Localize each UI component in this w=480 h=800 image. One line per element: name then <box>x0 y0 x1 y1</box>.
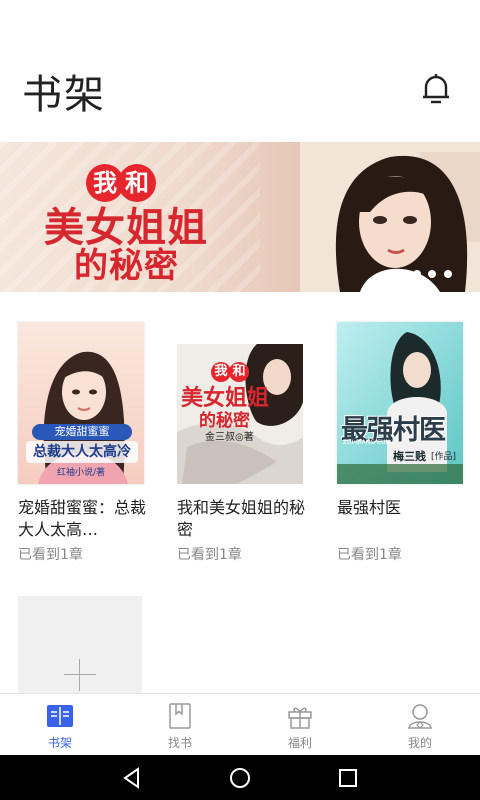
tab-welfare[interactable]: 福利 <box>240 694 360 756</box>
carousel-dot-4[interactable] <box>444 270 452 278</box>
cover-author: 红袖小说/著 <box>56 468 106 478</box>
tab-find-book[interactable]: 找书 <box>120 694 240 756</box>
cover-pinyin: ZUI QIANG CUN YI <box>343 439 398 446</box>
book-title: 宠婚甜蜜蜜：总裁大人太高… <box>18 498 146 539</box>
book-item[interactable]: 我 和 美女姐姐 的秘密 金三叔◎著 我和美女姐姐的秘密 已看到1章 <box>177 322 305 564</box>
book-title: 我和美女姐姐的秘密 <box>177 498 305 539</box>
banner-title-line2: 的秘密 <box>74 246 179 286</box>
plus-icon-vertical <box>79 659 80 691</box>
back-icon[interactable] <box>120 766 144 790</box>
bottom-tab-bar: 书架 找书 福利 我的 <box>0 693 480 756</box>
book-progress: 已看到1章 <box>18 547 83 563</box>
tab-label: 福利 <box>287 736 312 750</box>
carousel-dot-2[interactable] <box>413 270 421 278</box>
book-cover[interactable]: 我 和 美女姐姐 的秘密 金三叔◎著 <box>177 322 303 484</box>
system-navigation-bar <box>0 755 480 800</box>
tab-bookshelf[interactable]: 书架 <box>0 694 120 756</box>
gift-icon <box>288 707 312 729</box>
bookshelf-icon <box>47 705 73 727</box>
cover-badge-1: 我 <box>211 362 231 382</box>
cover-author: 金三叔◎著 <box>205 432 254 443</box>
tab-label: 我的 <box>407 736 432 750</box>
tab-label: 找书 <box>167 736 192 750</box>
book-progress: 已看到1章 <box>337 547 402 563</box>
book-cover[interactable]: 宠婚甜蜜蜜 总裁大人太高冷 红袖小说/著 <box>18 322 144 484</box>
carousel-dot-3[interactable] <box>428 270 436 278</box>
header: 书架 <box>0 0 480 142</box>
carousel-dot-1[interactable] <box>398 270 406 278</box>
book-item[interactable]: 宠婚甜蜜蜜 总裁大人太高冷 红袖小说/著 宠婚甜蜜蜜：总裁大人太高… 已看到1章 <box>18 322 146 564</box>
tab-label: 书架 <box>47 736 72 750</box>
page-title: 书架 <box>22 72 106 118</box>
cover-tag: [作品] <box>431 452 457 462</box>
plus-icon <box>64 674 96 675</box>
cover-title: 总裁大人太高冷 <box>33 444 131 460</box>
recent-apps-icon[interactable] <box>336 766 360 790</box>
cover-author: 梅三贱 <box>393 450 426 463</box>
find-book-icon <box>169 703 191 729</box>
book-item[interactable]: 最强村医 梅三贱 [作品] ZUI QIANG CUN YI 最强村医 已看到1… <box>337 322 463 564</box>
banner-illustration <box>300 142 480 292</box>
cover-badge-2: 和 <box>229 362 249 382</box>
home-icon[interactable] <box>228 766 252 790</box>
bell-icon[interactable] <box>418 70 454 106</box>
book-title: 最强村医 <box>337 498 402 517</box>
tab-profile[interactable]: 我的 <box>360 694 480 756</box>
book-progress: 已看到1章 <box>177 547 242 563</box>
profile-icon <box>408 704 432 729</box>
cover-ribbon: 宠婚甜蜜蜜 <box>54 425 110 438</box>
add-book-button[interactable] <box>18 596 142 696</box>
book-cover[interactable]: 最强村医 梅三贱 [作品] ZUI QIANG CUN YI <box>337 322 463 484</box>
